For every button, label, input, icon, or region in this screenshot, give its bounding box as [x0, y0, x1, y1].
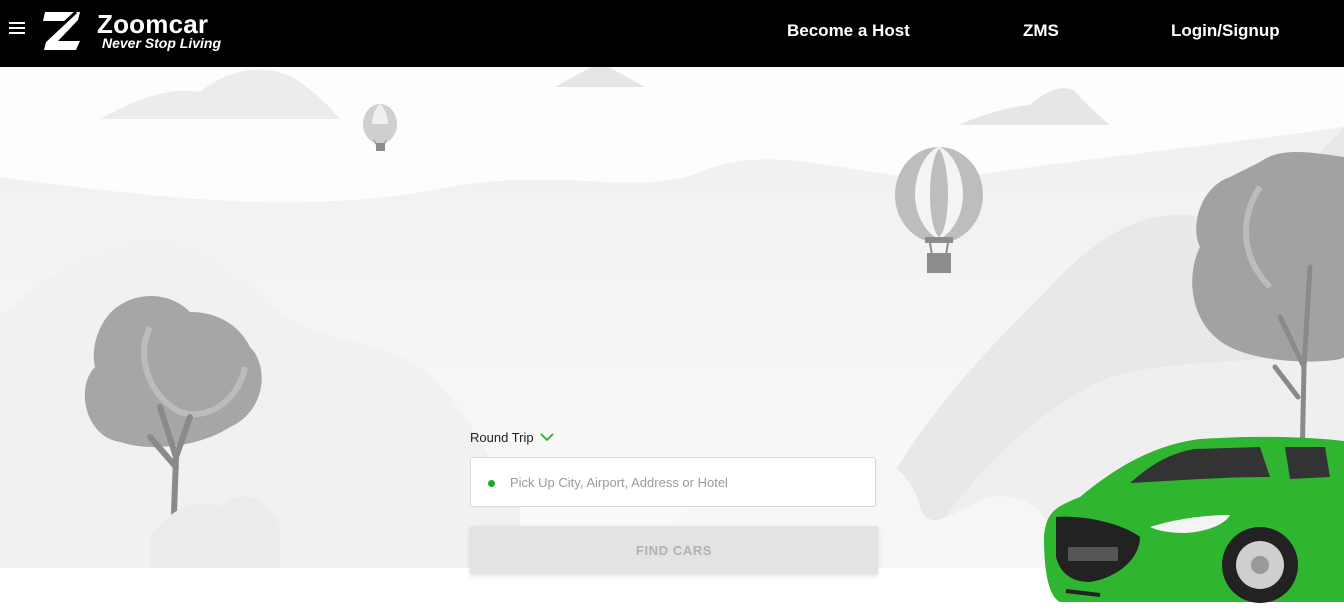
location-dot-icon	[488, 480, 495, 487]
login-signup-link[interactable]: Login/Signup	[1171, 21, 1280, 41]
zms-link[interactable]: ZMS	[1023, 21, 1059, 41]
trip-type-label: Round Trip	[470, 430, 534, 445]
top-navigation-bar: Zoomcar Never Stop Living Become a Host …	[0, 0, 1344, 67]
zoomcar-logo[interactable]: Zoomcar Never Stop Living	[42, 9, 227, 54]
menu-icon[interactable]	[9, 22, 25, 35]
become-host-link[interactable]: Become a Host	[787, 21, 910, 41]
find-cars-button[interactable]: FIND CARS	[470, 526, 878, 574]
chevron-down-icon	[540, 433, 554, 442]
brand-tagline: Never Stop Living	[102, 35, 222, 51]
trip-type-dropdown[interactable]: Round Trip	[470, 430, 554, 445]
pickup-location-field[interactable]	[470, 457, 876, 507]
pickup-location-input[interactable]	[510, 472, 860, 492]
hero-section: Round Trip FIND CARS	[0, 67, 1344, 614]
zoomcar-logo-icon	[43, 11, 80, 50]
